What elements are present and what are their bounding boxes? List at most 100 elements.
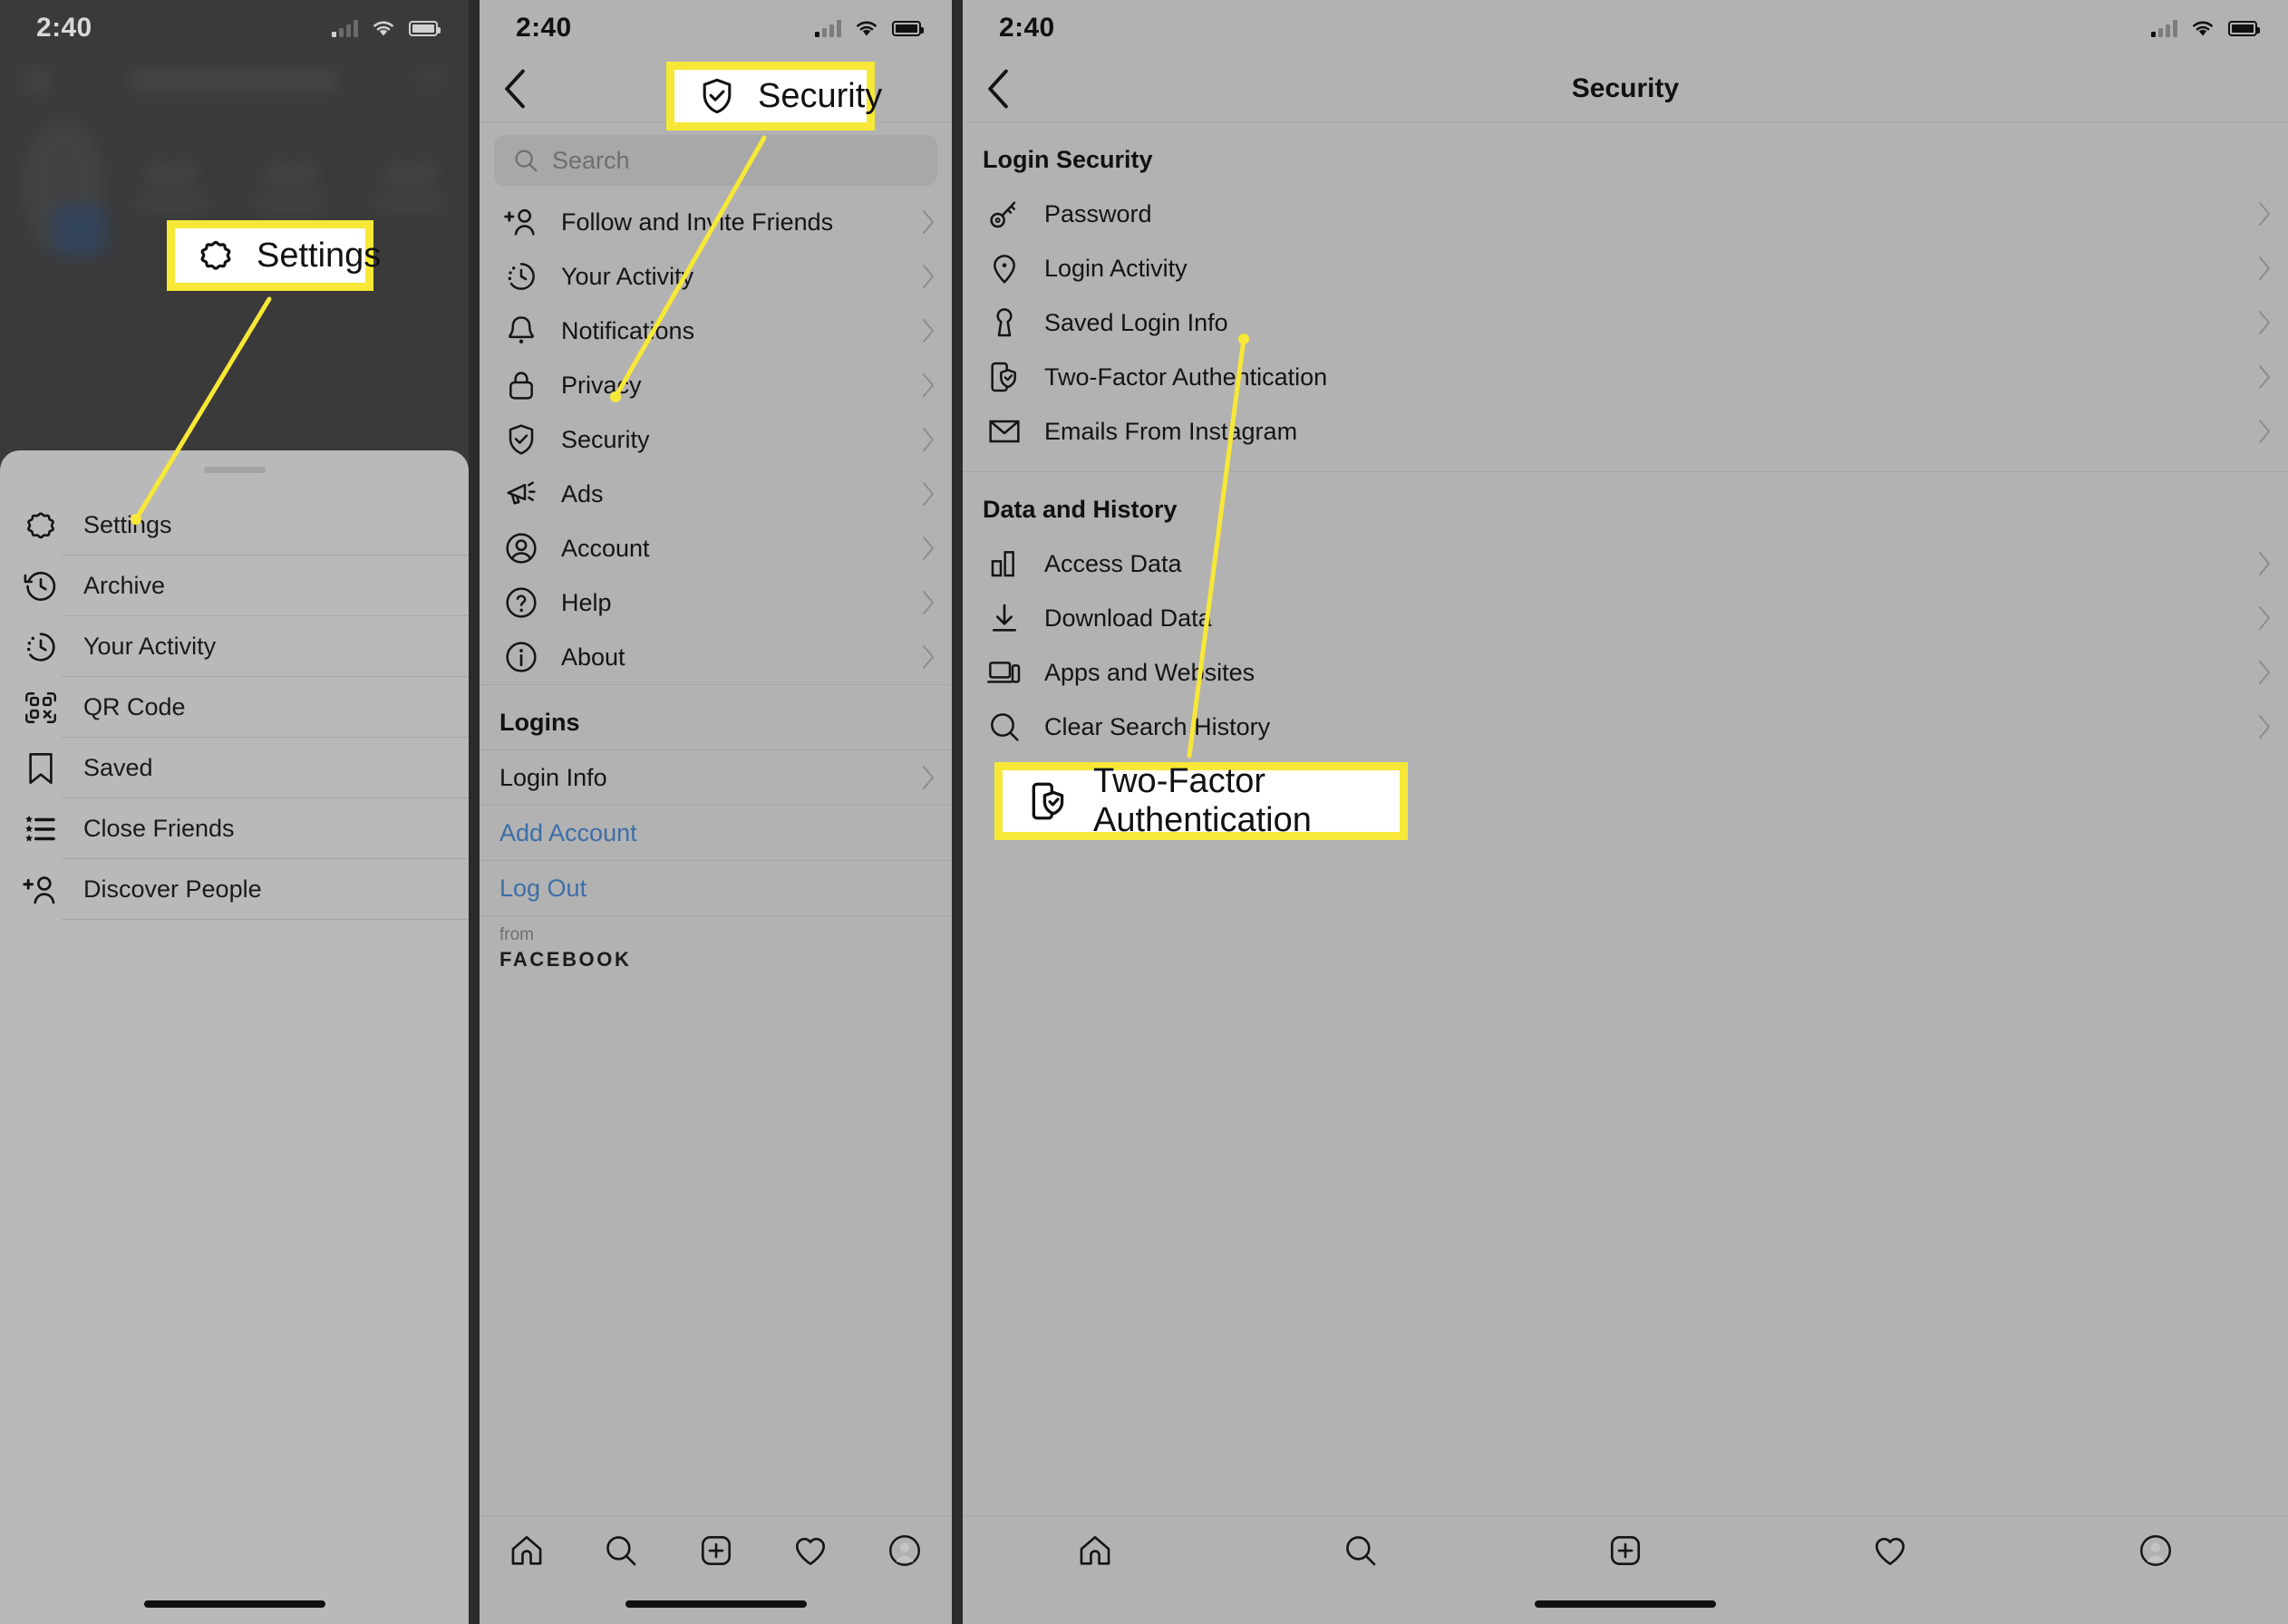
tab-profile[interactable] xyxy=(2023,1532,2288,1570)
settings-item-login-info[interactable]: Login Info xyxy=(480,750,952,805)
chevron-right-icon xyxy=(2257,660,2272,685)
security-item-login-activity[interactable]: Login Activity xyxy=(963,241,2288,295)
search-input[interactable]: Search xyxy=(494,135,937,186)
screenshot-stage: 2:40 Settings Archive Your Activity QR C… xyxy=(0,0,2288,1624)
settings-item-account[interactable]: Account xyxy=(480,521,952,575)
phone-shield-icon xyxy=(1026,778,1071,824)
info-circle-icon xyxy=(499,639,543,675)
sheet-item-settings[interactable]: Settings xyxy=(0,495,469,556)
search-container: Search xyxy=(480,122,952,195)
star-list-icon xyxy=(20,810,62,848)
add-person-icon xyxy=(20,871,62,909)
location-pin-icon xyxy=(983,250,1026,286)
chevron-right-icon xyxy=(2257,364,2272,390)
status-time: 2:40 xyxy=(36,13,92,43)
status-time: 2:40 xyxy=(516,13,572,43)
qr-code-icon xyxy=(20,689,62,727)
tab-create[interactable] xyxy=(1493,1532,1758,1570)
sheet-item-your-activity[interactable]: Your Activity xyxy=(0,616,469,677)
sheet-item-label: QR Code xyxy=(83,693,186,720)
shield-check-icon xyxy=(696,75,738,117)
tab-activity[interactable] xyxy=(1758,1532,2022,1570)
settings-item-security[interactable]: Security xyxy=(480,412,952,467)
sheet-item-label: Close Friends xyxy=(83,815,235,842)
settings-item-notifications[interactable]: Notifications xyxy=(480,304,952,358)
sheet-item-saved[interactable]: Saved xyxy=(0,738,469,798)
tab-home[interactable] xyxy=(963,1532,1227,1570)
sheet-item-qr-code[interactable]: QR Code xyxy=(0,677,469,738)
security-item-label: Password xyxy=(1044,199,1152,227)
heart-icon xyxy=(1876,1537,1905,1566)
settings-item-label: Notifications xyxy=(561,316,695,344)
settings-item-label: About xyxy=(561,643,625,671)
security-item-saved-login-info[interactable]: Saved Login Info xyxy=(963,295,2288,350)
sheet-item-discover-people[interactable]: Discover People xyxy=(0,859,469,920)
gear-icon xyxy=(195,235,237,276)
callout-label: Two-Factor Authentication xyxy=(1093,762,1312,839)
tab-search[interactable] xyxy=(574,1532,668,1570)
bar-chart-icon xyxy=(983,546,1026,582)
settings-item-label: Account xyxy=(561,534,650,562)
chevron-right-icon xyxy=(2257,714,2272,740)
settings-action-sheet: Settings Archive Your Activity QR Code S… xyxy=(0,450,469,1624)
search-placeholder: Search xyxy=(552,146,630,174)
status-bar-left: 2:40 xyxy=(0,0,469,56)
sheet-item-label: Settings xyxy=(83,511,172,538)
tab-search[interactable] xyxy=(1227,1532,1492,1570)
home-indicator xyxy=(143,1600,325,1608)
account-circle-icon xyxy=(499,530,543,566)
home-icon xyxy=(1080,1535,1110,1565)
wifi-icon xyxy=(2193,21,2213,36)
section-header-login-security: Login Security xyxy=(983,146,1153,173)
security-item-access-data[interactable]: Access Data xyxy=(963,536,2288,591)
bottom-tab-bar-right xyxy=(963,1515,2288,1624)
tab-profile[interactable] xyxy=(858,1532,952,1570)
settings-item-label: Login Info xyxy=(499,763,607,791)
security-item-label: Clear Search History xyxy=(1044,712,1271,740)
chevron-right-icon xyxy=(2257,256,2272,281)
settings-item-privacy[interactable]: Privacy xyxy=(480,358,952,412)
back-button[interactable] xyxy=(984,68,1012,110)
security-item-label: Download Data xyxy=(1044,604,1212,632)
from-facebook-brand: from FACEBOOK xyxy=(480,916,952,986)
settings-item-label: Ads xyxy=(561,479,604,508)
section-header-logins: Logins xyxy=(499,709,580,736)
chevron-left-icon xyxy=(505,69,525,109)
sheet-item-close-friends[interactable]: Close Friends xyxy=(0,798,469,859)
security-item-clear-search-history[interactable]: Clear Search History xyxy=(963,700,2288,754)
add-account-button[interactable]: Add Account xyxy=(480,806,952,860)
settings-item-about[interactable]: About xyxy=(480,630,952,684)
sheet-item-archive[interactable]: Archive xyxy=(0,556,469,616)
from-label: from xyxy=(499,925,534,944)
security-item-emails-from-instagram[interactable]: Emails From Instagram xyxy=(963,404,2288,459)
search-icon xyxy=(1345,1536,1375,1566)
battery-icon xyxy=(892,20,924,36)
wifi-icon xyxy=(857,21,877,36)
activity-clock-icon xyxy=(499,258,543,295)
security-item-download-data[interactable]: Download Data xyxy=(963,591,2288,645)
settings-item-follow-and-invite-friends[interactable]: Follow and Invite Friends xyxy=(480,195,952,249)
security-item-label: Saved Login Info xyxy=(1044,308,1228,336)
tab-home[interactable] xyxy=(480,1532,574,1570)
security-item-two-factor-authentication[interactable]: Two-Factor Authentication xyxy=(963,350,2288,404)
settings-item-help[interactable]: Help xyxy=(480,575,952,630)
search-icon xyxy=(606,1536,636,1566)
tab-activity[interactable] xyxy=(763,1532,858,1570)
sheet-grabber[interactable] xyxy=(203,467,266,473)
keyhole-icon xyxy=(983,304,1026,341)
security-item-password[interactable]: Password xyxy=(963,187,2288,241)
back-button[interactable] xyxy=(501,68,528,110)
envelope-icon xyxy=(983,413,1026,450)
section-header-data-and-history: Data and History xyxy=(983,496,1178,523)
cellular-signal-icon xyxy=(332,19,358,37)
log-out-button[interactable]: Log Out xyxy=(480,861,952,915)
status-indicators xyxy=(815,18,924,38)
search-icon xyxy=(983,709,1026,745)
tab-create[interactable] xyxy=(668,1532,762,1570)
settings-item-ads[interactable]: Ads xyxy=(480,467,952,521)
sheet-menu-list: Settings Archive Your Activity QR Code S… xyxy=(0,495,469,920)
chevron-left-icon xyxy=(988,69,1008,109)
security-item-apps-and-websites[interactable]: Apps and Websites xyxy=(963,645,2288,700)
settings-item-your-activity[interactable]: Your Activity xyxy=(480,249,952,304)
chevron-right-icon xyxy=(921,765,936,790)
